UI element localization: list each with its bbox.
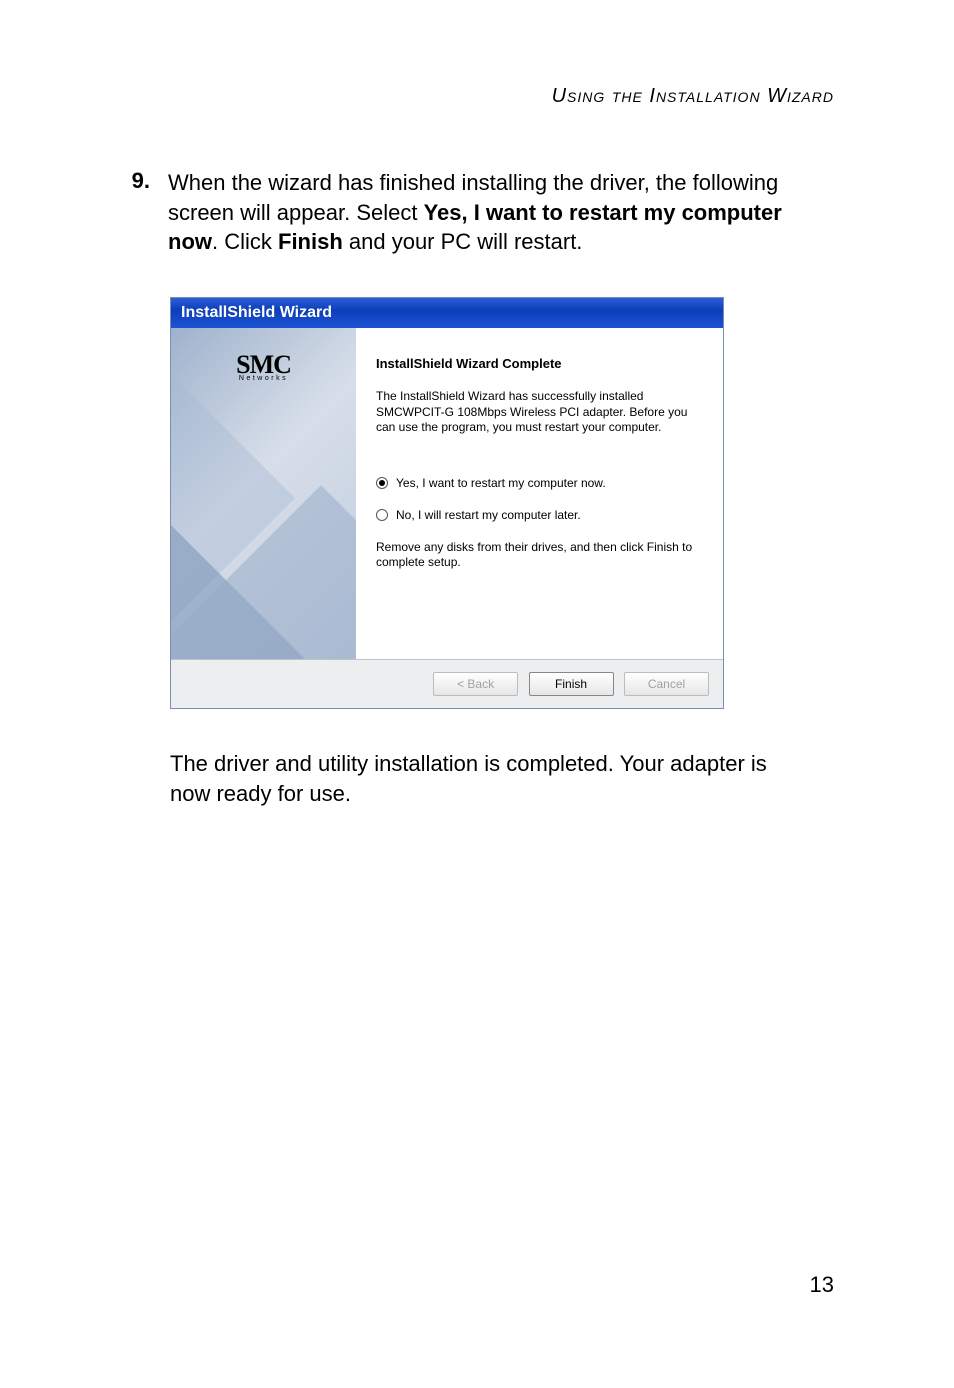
restart-later-option[interactable]: No, I will restart my computer later. (376, 508, 703, 522)
smc-logo: SMC Networks (236, 353, 291, 382)
restart-now-option[interactable]: Yes, I want to restart my computer now. (376, 476, 703, 490)
post-text: The driver and utility installation is c… (170, 749, 810, 808)
wizard-description: The InstallShield Wizard has successfull… (376, 389, 703, 436)
dialog-right-panel: InstallShield Wizard Complete The Instal… (356, 328, 723, 659)
radio-yes-label: Yes, I want to restart my computer now. (396, 476, 606, 490)
cancel-button: Cancel (624, 672, 709, 696)
page-header: Using the Installation Wizard (120, 85, 834, 108)
installshield-dialog: InstallShield Wizard SMC Networks Instal… (170, 297, 724, 709)
dialog-button-row: < Back Finish Cancel (171, 659, 723, 708)
dialog-titlebar: InstallShield Wizard (171, 298, 723, 328)
step-number: 9. (120, 168, 150, 194)
dialog-left-panel: SMC Networks (171, 328, 356, 659)
radio-icon (376, 477, 388, 489)
step-row: 9. When the wizard has finished installi… (120, 168, 834, 257)
step-text-part2: . Click (212, 229, 278, 254)
logo-main-text: SMC (236, 353, 291, 376)
radio-icon (376, 509, 388, 521)
dialog-body: SMC Networks InstallShield Wizard Comple… (171, 328, 723, 659)
step-text: When the wizard has finished installing … (168, 168, 834, 257)
logo-sub-text: Networks (236, 375, 291, 382)
radio-no-label: No, I will restart my computer later. (396, 508, 581, 522)
wizard-note: Remove any disks from their drives, and … (376, 540, 703, 571)
step-text-bold2: Finish (278, 229, 343, 254)
back-button: < Back (433, 672, 518, 696)
step-text-part3: and your PC will restart. (343, 229, 583, 254)
finish-button[interactable]: Finish (529, 672, 614, 696)
wizard-complete-title: InstallShield Wizard Complete (376, 356, 703, 371)
page-number: 13 (810, 1272, 834, 1298)
